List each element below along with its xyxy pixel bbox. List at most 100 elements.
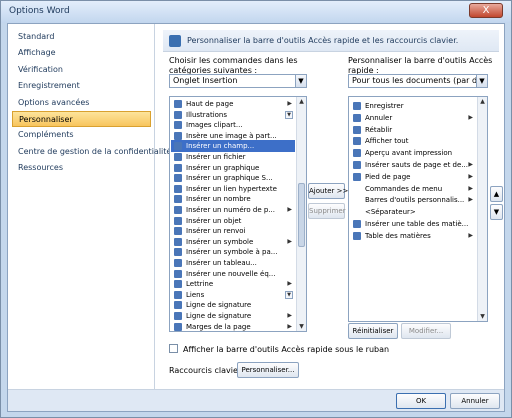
dialog-body: Standard Affichage Vérification Enregistrem… [7, 23, 505, 412]
object-icon [174, 216, 182, 225]
list-item-label: <Séparateur> [365, 208, 416, 217]
toc-icon [353, 220, 361, 228]
document-scope-combo[interactable]: Pour tous les documents (par dé... ▼ [348, 74, 488, 88]
list-item[interactable]: Pied de page ▶ [350, 171, 476, 183]
chart-icon [174, 163, 182, 172]
sidebar-item[interactable]: Options avancées [12, 95, 151, 111]
scroll-up-icon[interactable]: ▲ [478, 97, 487, 106]
quick-access-list[interactable]: ▲ ▼ Enregistrer Annuler ▶ Rétablir Afficher … [348, 96, 488, 322]
sidebar-item[interactable]: Affichage [12, 45, 151, 61]
keyboard-shortcuts-label: Raccourcis clavier : [169, 366, 247, 375]
list-item-label: Table des matières [365, 231, 431, 240]
commands-source-value: Onglet Insertion [173, 76, 238, 85]
commands-scrollbar[interactable]: ▲ ▼ [296, 97, 306, 331]
customize-panel: Personnaliser la barre d'outils Accès ra… [155, 24, 504, 389]
illustrations-icon [174, 110, 182, 119]
move-down-button[interactable]: ▼ [490, 204, 503, 220]
customize-shortcuts-button[interactable]: Personnaliser... [237, 362, 299, 378]
remove-button[interactable]: Supprimer [308, 203, 346, 219]
scroll-up-icon[interactable]: ▲ [297, 97, 306, 106]
list-item[interactable]: Commandes de menu ▶ [350, 183, 476, 195]
commands-list[interactable]: ▲ ▼ Haut de page ▶ Illustrations ▼ Images cl… [169, 96, 307, 332]
list-item[interactable]: Marges de la page ▶ [171, 321, 295, 331]
print-preview-icon [353, 149, 361, 158]
list-item-label: Aperçu avant impression [365, 149, 453, 158]
submenu-arrow-icon: ▶ [287, 322, 292, 330]
scrollbar-thumb[interactable] [298, 183, 305, 247]
list-item[interactable]: Enregistrer [350, 100, 476, 112]
list-item[interactable]: Afficher tout [350, 135, 476, 147]
list-item[interactable]: Rétablir [350, 124, 476, 136]
submenu-arrow-icon: ▶ [468, 161, 473, 168]
show-all-icon [353, 137, 361, 146]
page-footer-icon [353, 172, 361, 181]
list-item[interactable]: Insérer sauts de page et de... ▶ [350, 159, 476, 171]
dropdown-icon: ▼ [285, 110, 293, 119]
panel-header: Personnaliser la barre d'outils Accès ra… [163, 30, 499, 52]
list-item[interactable]: Insérer une table des matiè... [350, 218, 476, 230]
undo-icon [353, 113, 361, 122]
submenu-arrow-icon: ▶ [468, 231, 473, 239]
dropcap-icon [174, 280, 182, 289]
show-below-ribbon-checkbox[interactable] [169, 344, 178, 353]
list-item-label: Insérer sauts de page et de... [365, 161, 468, 169]
scroll-down-icon[interactable]: ▼ [478, 312, 487, 321]
chevron-down-icon[interactable]: ▼ [476, 75, 487, 87]
move-up-button[interactable]: ▲ [490, 186, 503, 202]
list-item-label: Afficher tout [365, 137, 409, 146]
redo-icon [353, 125, 361, 134]
list-item-label: Annuler [365, 113, 393, 122]
sidebar-item[interactable]: Enregistrement [12, 78, 151, 94]
list-item-label: Commandes de menu [365, 184, 443, 193]
clipart-icon [174, 121, 182, 130]
show-below-ribbon-label: Afficher la barre d'outils Accès rapide … [183, 345, 390, 354]
sidebar-item[interactable]: Vérification [12, 62, 151, 78]
commands-source-combo[interactable]: Onglet Insertion ▼ [169, 74, 307, 88]
cross-reference-icon [174, 227, 182, 236]
table-icon [174, 259, 182, 267]
list-item[interactable]: Table des matières ▶ [350, 230, 476, 242]
document-scope-value: Pour tous les documents (par dé... [352, 76, 488, 85]
list-item[interactable]: Aperçu avant impression [350, 147, 476, 159]
file-icon [174, 153, 182, 161]
submenu-arrow-icon: ▶ [468, 196, 473, 204]
picture-icon [174, 131, 182, 140]
sidebar-item[interactable]: Standard [12, 29, 151, 45]
page-break-icon [353, 161, 361, 169]
margins-icon [174, 322, 182, 331]
sidebar-item[interactable]: Centre de gestion de la confidentialité [12, 144, 171, 160]
list-item[interactable]: Annuler ▶ [350, 112, 476, 124]
save-icon [353, 102, 361, 110]
quick-access-scrollbar[interactable]: ▲ ▼ [477, 97, 487, 321]
submenu-arrow-icon: ▶ [468, 113, 473, 121]
list-item[interactable]: Barres d'outils personnalis... ▶ [350, 194, 476, 206]
page-header-icon [174, 100, 182, 108]
links-icon [174, 290, 182, 299]
submenu-arrow-icon: ▶ [468, 184, 473, 192]
customize-toolbar-label: Personnaliser la barre d'outils Accès ra… [348, 56, 493, 75]
list-item-label: Insérer une table des matiè... [365, 220, 469, 228]
customize-icon [169, 35, 181, 47]
modify-button[interactable]: Modifier... [401, 323, 451, 339]
ok-button[interactable]: OK [396, 393, 446, 409]
sidebar-item[interactable]: Ressources [12, 160, 151, 176]
list-item-label: Barres d'outils personnalis... [365, 196, 465, 205]
list-item[interactable]: <Séparateur> [350, 206, 476, 218]
list-item-label: Marges de la page [186, 322, 251, 331]
panel-header-text: Personnaliser la barre d'outils Accès ra… [187, 36, 459, 45]
reset-button[interactable]: Réinitialiser [348, 323, 398, 339]
page-number-icon [174, 206, 182, 214]
list-item-label: Enregistrer [365, 102, 404, 110]
add-button[interactable]: Ajouter >> [308, 183, 348, 199]
cancel-button[interactable]: Annuler [450, 393, 500, 409]
dropdown-icon: ▼ [285, 290, 293, 299]
equation-icon [174, 269, 182, 278]
sidebar-item[interactable]: Personnaliser [12, 111, 151, 127]
sidebar-item[interactable]: Compléments [12, 127, 151, 143]
scroll-down-icon[interactable]: ▼ [297, 322, 306, 331]
chevron-down-icon[interactable]: ▼ [295, 75, 306, 87]
title-bar[interactable]: Options Word X [1, 1, 511, 23]
window-title: Options Word [9, 6, 70, 16]
toc-icon [353, 231, 361, 240]
close-button[interactable]: X [469, 3, 503, 18]
